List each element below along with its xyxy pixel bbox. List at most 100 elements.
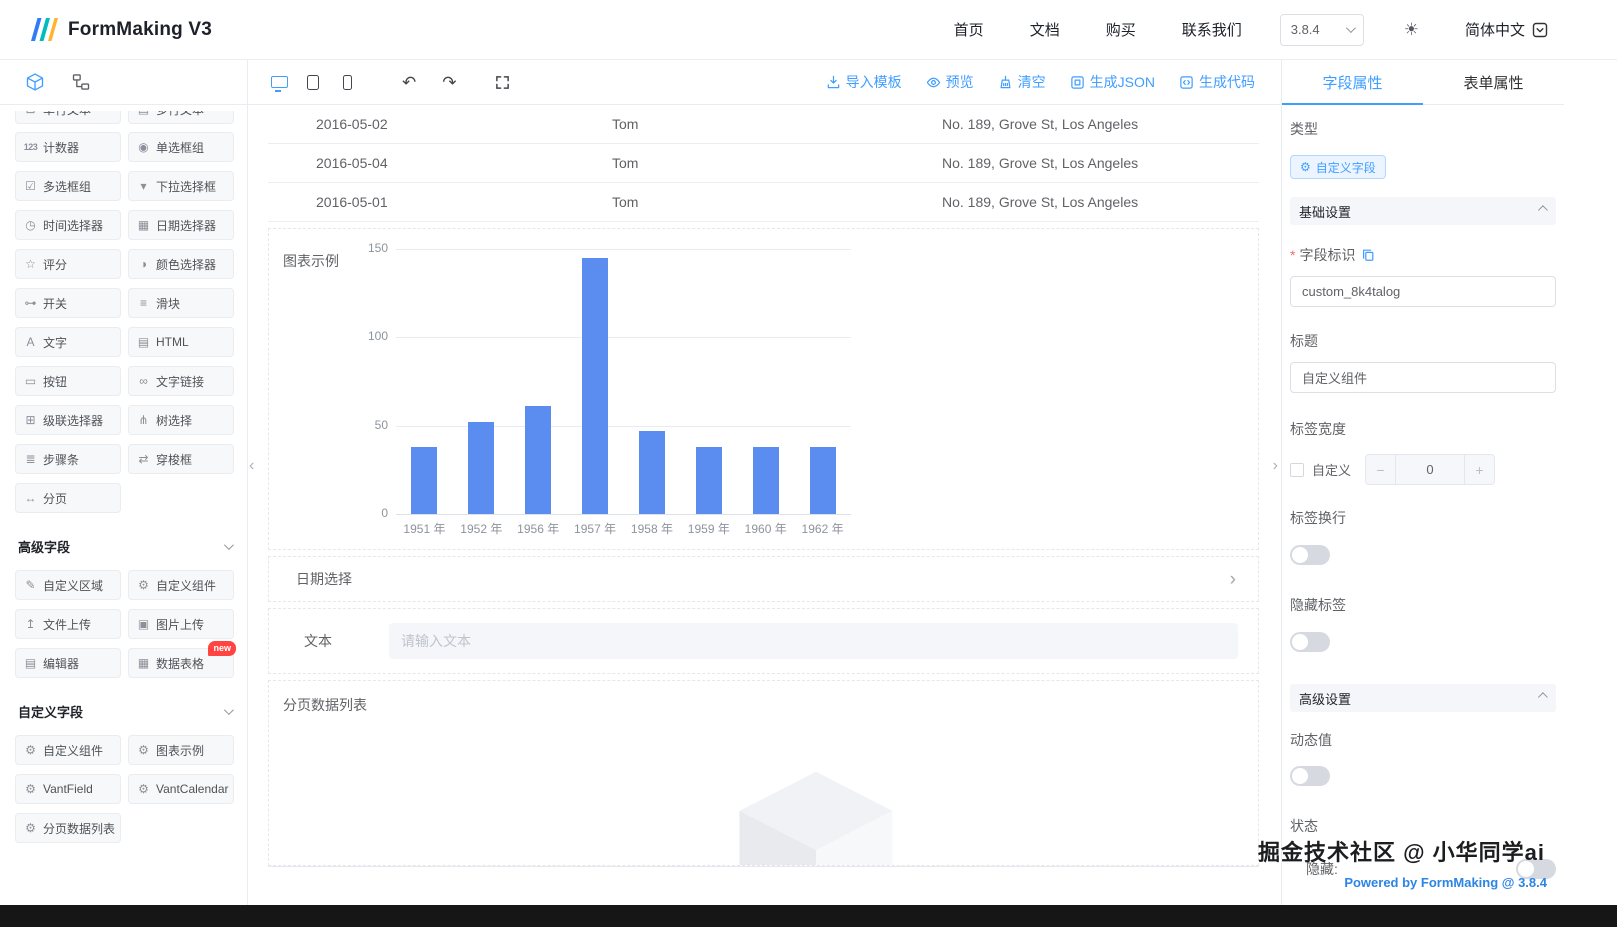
- toolbar-action-label: 预览: [945, 74, 974, 90]
- radio-icon: ◉: [138, 140, 149, 154]
- dynamic-value-toggle[interactable]: [1290, 766, 1330, 786]
- field-label: 文件上传: [43, 617, 92, 632]
- field-html[interactable]: ▤ HTML: [128, 327, 234, 357]
- field-data-table[interactable]: ▦ 数据表格 new: [128, 641, 236, 678]
- label-wrap-toggle[interactable]: [1290, 545, 1330, 565]
- field-rate[interactable]: ☆ 评分: [15, 249, 121, 279]
- table-row[interactable]: 2016-05-02 Tom No. 189, Grove St, Los Ange…: [268, 105, 1259, 144]
- field-custom-area[interactable]: ✎ 自定义区域: [15, 570, 121, 600]
- nav-buy[interactable]: 购买: [1106, 19, 1136, 40]
- field-id-input[interactable]: [1290, 276, 1556, 307]
- redo-icon[interactable]: ↷: [442, 74, 456, 91]
- field-steps[interactable]: ≣ 步骤条: [15, 444, 121, 474]
- nav-docs[interactable]: 文档: [1030, 19, 1060, 40]
- toolbar-generate-code-button[interactable]: 生成代码: [1179, 72, 1255, 92]
- toolbar-preview-button[interactable]: 预览: [926, 72, 974, 92]
- field-custom-component[interactable]: ⚙ 自定义组件: [128, 570, 234, 600]
- table-row[interactable]: 2016-05-04 Tom No. 189, Grove St, Los Ange…: [268, 144, 1259, 183]
- paged-list-widget[interactable]: 分页数据列表: [268, 680, 1259, 866]
- tablet-view-icon[interactable]: [300, 69, 326, 95]
- field-label: 计数器: [43, 140, 80, 155]
- field-type-tag-label: 自定义字段: [1315, 160, 1376, 175]
- field-tree-select[interactable]: ⋔ 树选择: [128, 405, 234, 435]
- field-vant-calendar[interactable]: ⚙ VantCalendar: [128, 774, 234, 804]
- plugin-icon: ⚙: [138, 782, 149, 796]
- decrease-icon[interactable]: [1366, 455, 1397, 484]
- cell-address: No. 189, Grove St, Los Angeles: [942, 155, 1139, 171]
- collapse-right-handle[interactable]: ›: [1273, 458, 1278, 474]
- field-counter[interactable]: 123 计数器: [15, 132, 121, 162]
- toolbar-generate-json-button[interactable]: 生成JSON: [1070, 72, 1155, 92]
- hide-label-toggle[interactable]: [1290, 632, 1330, 652]
- field-switch[interactable]: ⊶ 开关: [15, 288, 121, 318]
- rate-icon: ☆: [25, 257, 36, 271]
- field-time-picker[interactable]: ◷ 时间选择器: [15, 210, 121, 240]
- tab-component-library[interactable]: [25, 72, 45, 92]
- field-text[interactable]: A 文字: [15, 327, 121, 357]
- field-multi-line-text[interactable]: ▤ 多行文本: [128, 111, 234, 124]
- toolbar-import-template-button[interactable]: 导入模板: [826, 72, 902, 92]
- file-upload-icon: ↥: [25, 617, 36, 631]
- phone-view-icon[interactable]: [334, 69, 360, 95]
- cell-name: Tom: [612, 194, 639, 210]
- date-select-widget[interactable]: 日期选择 ›: [268, 556, 1259, 602]
- field-select[interactable]: ▾ 下拉选择框: [128, 171, 234, 201]
- field-custom-component[interactable]: ⚙ 自定义组件: [15, 735, 121, 765]
- chart-bar: [752, 446, 779, 514]
- basic-settings-header[interactable]: 基础设置: [1290, 197, 1556, 225]
- copy-icon[interactable]: [1361, 248, 1375, 262]
- tab-field-properties[interactable]: 字段属性: [1282, 60, 1423, 105]
- increase-icon[interactable]: [1464, 455, 1494, 484]
- text-input-widget[interactable]: 文本: [268, 608, 1259, 674]
- table-row[interactable]: 2016-05-01 Tom No. 189, Grove St, Los Ange…: [268, 183, 1259, 222]
- field-paged-data-list[interactable]: ⚙ 分页数据列表: [15, 813, 121, 843]
- chart-gridline: [396, 514, 851, 515]
- json-icon: [1070, 75, 1085, 90]
- field-pagination[interactable]: ↔ 分页: [15, 483, 121, 513]
- tab-form-properties[interactable]: 表单属性: [1423, 60, 1564, 104]
- field-checkbox-group[interactable]: ☑ 多选框组: [15, 171, 121, 201]
- section-advanced-fields[interactable]: 高级字段: [18, 537, 234, 556]
- cube-icon: [26, 73, 44, 91]
- cell-address: No. 189, Grove St, Los Angeles: [942, 194, 1139, 210]
- required-asterisk: *: [1290, 247, 1296, 263]
- input-icon: ⊟: [23, 111, 38, 115]
- section-custom-fields[interactable]: 自定义字段: [18, 702, 234, 721]
- field-transfer[interactable]: ⇄ 穿梭框: [128, 444, 234, 474]
- field-radio-group[interactable]: ◉ 单选框组: [128, 132, 234, 162]
- field-file-upload[interactable]: ↥ 文件上传: [15, 609, 121, 639]
- field-label: 级联选择器: [43, 413, 104, 428]
- collapse-left-handle[interactable]: ‹: [249, 458, 254, 474]
- undo-icon[interactable]: ↶: [402, 74, 416, 91]
- logo[interactable]: FormMaking V3: [28, 16, 212, 43]
- formmaking-app: FormMaking V3 首页 文档 购买 联系我们 3.8.4 ☀ 简体中文: [0, 0, 1617, 927]
- field-cascader[interactable]: ⊞ 级联选择器: [15, 405, 121, 435]
- field-chart-demo[interactable]: ⚙ 图表示例: [128, 735, 234, 765]
- toolbar-clear-button[interactable]: 清空: [998, 72, 1046, 92]
- custom-width-checkbox[interactable]: [1290, 462, 1304, 477]
- data-table-widget[interactable]: 2016-05-02 Tom No. 189, Grove St, Los Ange…: [268, 105, 1259, 222]
- language-switcher[interactable]: 简体中文: [1465, 19, 1548, 40]
- field-date-picker[interactable]: ▦ 日期选择器: [128, 210, 234, 240]
- tab-outline-view[interactable]: [71, 72, 91, 92]
- nav-contact[interactable]: 联系我们: [1182, 19, 1242, 40]
- field-vant-field[interactable]: ⚙ VantField: [15, 774, 121, 804]
- field-image-upload[interactable]: ▣ 图片上传: [128, 609, 234, 639]
- nav-home[interactable]: 首页: [954, 19, 984, 40]
- text-field-input[interactable]: [389, 623, 1238, 659]
- field-single-line-text[interactable]: ⊟ 单行文本: [15, 111, 121, 124]
- field-color-picker[interactable]: ◑ 颜色选择器: [128, 249, 234, 279]
- field-slider[interactable]: ≡ 滑块: [128, 288, 234, 318]
- field-button[interactable]: ▭ 按钮: [15, 366, 121, 396]
- field-label: 数据表格: [156, 656, 205, 671]
- field-type-tag[interactable]: ⚙ 自定义字段: [1290, 155, 1386, 179]
- chart-widget[interactable]: 图表示例 0 50 100 150 1951 年 1952 年 1956 年 1957 年 19…: [268, 228, 1259, 550]
- field-editor[interactable]: ▤ 编辑器: [15, 648, 121, 678]
- version-select[interactable]: 3.8.4: [1279, 13, 1364, 46]
- theme-toggle-icon[interactable]: ☀: [1404, 20, 1419, 40]
- advanced-settings-header[interactable]: 高级设置: [1290, 684, 1556, 712]
- fullscreen-icon[interactable]: [495, 75, 510, 90]
- field-text-link[interactable]: ∞ 文字链接: [128, 366, 234, 396]
- title-input[interactable]: [1290, 362, 1556, 393]
- desktop-view-icon[interactable]: [266, 69, 292, 95]
